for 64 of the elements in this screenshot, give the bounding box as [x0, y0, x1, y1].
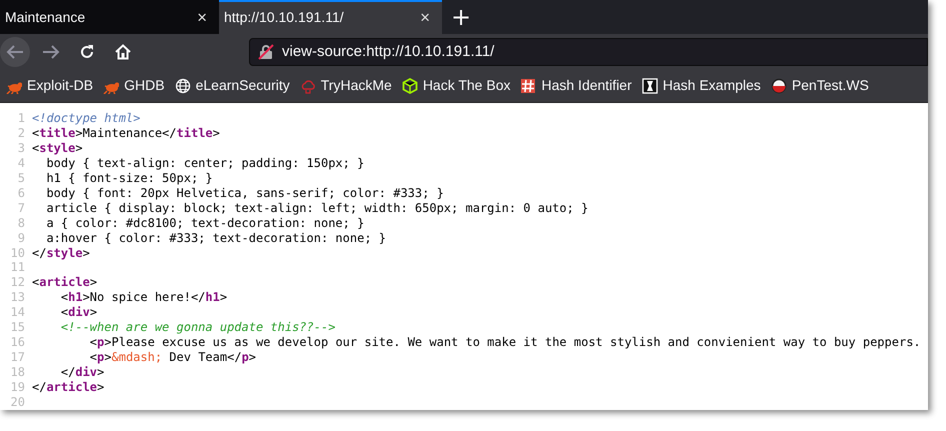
line-number: 12 [10, 275, 26, 290]
line-number: 6 [16, 186, 26, 201]
line-number: 5 [16, 170, 26, 186]
code-line: <article> [32, 275, 98, 290]
forward-arrow-icon [42, 44, 60, 59]
code-line: a { color: #dc8100; text-decoration: none; } [45, 216, 364, 231]
globe-icon [174, 78, 191, 94]
code-line: <style> [32, 140, 83, 156]
line-number: 1 [16, 110, 26, 126]
browser-tab[interactable]: http://10.10.191.11/ × [219, 0, 442, 34]
code-line: article { display: block; text-align: left; width: 650px; margin: 0 auto; } [45, 200, 588, 216]
hourglass-icon [642, 78, 658, 94]
line-number: 3 [16, 140, 26, 156]
line-number: 15 [10, 320, 26, 336]
code-line: <!--when are we gonna update this??--> [60, 320, 336, 336]
browser-tab[interactable]: Maintenance × [0, 0, 219, 34]
bookmark-link[interactable]: Hash Identifier [520, 75, 632, 96]
line-number: 16 [10, 335, 26, 350]
code-line: h1 { font-size: 50px; } [45, 170, 213, 186]
line-number: 18 [10, 365, 26, 380]
line-number: 19 [10, 380, 26, 396]
code-line: body { text-align: center; padding: 150px; } [45, 156, 364, 171]
bookmark-link[interactable]: PenTest.WS [770, 75, 869, 96]
cloud-icon [300, 78, 316, 94]
code-line: <!doctype html> [32, 110, 140, 126]
bookmark-link[interactable]: Hash Examples [642, 75, 761, 96]
line-number: 14 [10, 305, 26, 320]
line-number: 20 [10, 395, 26, 410]
code-line: <title>Maintenance</title> [32, 126, 220, 141]
line-number: 11 [10, 260, 26, 276]
line-number: 2 [16, 126, 26, 141]
code-line: body { font: 20px Helvetica, sans-serif; color: #333; } [45, 186, 444, 201]
code-line: </style> [32, 246, 90, 260]
hash-icon [520, 78, 536, 94]
bookmark-link[interactable]: Hack The Box [402, 75, 510, 96]
address-bar[interactable]: view-source:http://10.10.191.11/ [249, 38, 928, 66]
code-line: </div> [60, 365, 104, 380]
code-line: </article> [32, 380, 104, 396]
back-arrow-icon [6, 44, 24, 59]
line-number: 7 [16, 200, 26, 216]
code-line: <p>&mdash; Dev Team</p> [88, 350, 256, 366]
line-number: 8 [16, 216, 26, 231]
ball-icon [770, 78, 787, 94]
bookmark-link[interactable]: GHDB [103, 75, 165, 96]
code-line: <div> [60, 305, 98, 320]
close-tab-icon[interactable]: × [420, 5, 430, 31]
bookmark-link[interactable]: eLearnSecurity [174, 75, 290, 96]
line-number: 10 [10, 246, 26, 260]
line-number: 13 [10, 290, 26, 306]
cube-icon [402, 78, 418, 94]
reload-icon [79, 44, 95, 60]
line-number: 17 [10, 350, 26, 366]
code-line: <p>Please excuse us as we develop our site. We want to make it the most stylish and convienient way to buy peppers. [88, 335, 921, 350]
code-line: <h1>No spice here!</h1> [60, 290, 228, 306]
bookmark-link[interactable]: Exploit-DB [6, 75, 94, 96]
line-number: 9 [16, 230, 26, 246]
url-text: view-source:http://10.10.191.11/ [282, 42, 494, 62]
bookmark-link[interactable]: TryHackMe [300, 75, 392, 96]
line-number: 4 [16, 156, 26, 171]
code-line: a:hover { color: #333; text-decoration: none; } [45, 230, 386, 246]
back-button[interactable] [0, 36, 30, 67]
new-tab-button[interactable]: + [442, 0, 480, 34]
close-tab-icon[interactable]: × [197, 5, 207, 31]
home-icon [115, 44, 131, 60]
